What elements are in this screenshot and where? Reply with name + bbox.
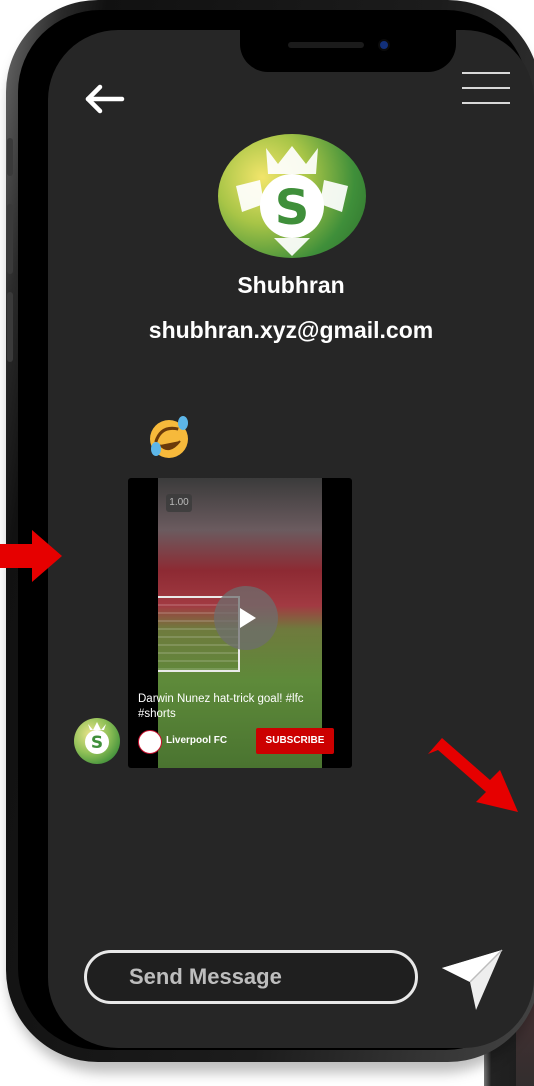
menu-line (462, 72, 510, 74)
message-input[interactable]: Send Message (84, 950, 418, 1004)
hamburger-menu-icon[interactable] (462, 72, 510, 112)
channel-name[interactable]: Liverpool FC (166, 735, 227, 746)
svg-text:S: S (91, 733, 103, 753)
video-caption: Darwin Nunez hat-trick goal! #lfc #short… (138, 693, 304, 720)
profile-email: shubhran.xyz@gmail.com (148, 317, 434, 343)
phone-volume-up (7, 204, 13, 274)
menu-line (462, 102, 510, 104)
menu-line (462, 87, 510, 89)
channel-logo-icon[interactable] (138, 730, 162, 754)
chat-screen: S Shubhran shubhran.xyz@gmail.com 1.00 D… (48, 30, 534, 1048)
sender-avatar[interactable]: S (74, 718, 120, 764)
subscribe-button[interactable]: SUBSCRIBE (256, 728, 334, 754)
play-icon[interactable] (214, 586, 278, 650)
profile-name: Shubhran (237, 272, 345, 298)
annotation-arrow-left (0, 530, 62, 582)
profile-avatar[interactable]: S (218, 134, 366, 258)
paper-plane-send-icon[interactable] (440, 948, 504, 1012)
phone-volume-down (7, 292, 13, 362)
speaker-grille (288, 42, 364, 48)
annotation-arrow-right (428, 738, 518, 812)
front-camera (380, 41, 388, 49)
phone-silent-switch (7, 138, 13, 176)
phone-bezel: S Shubhran shubhran.xyz@gmail.com 1.00 D… (18, 10, 534, 1050)
shield-s-logo-icon: S (236, 146, 348, 256)
sender-logo-icon: S (85, 722, 109, 754)
video-timer: 1.00 (166, 494, 192, 512)
rolling-laughing-emoji-icon[interactable] (146, 415, 192, 461)
back-arrow-icon[interactable] (82, 82, 126, 116)
svg-text:S: S (275, 180, 310, 236)
canvas: S Shubhran shubhran.xyz@gmail.com 1.00 D… (0, 0, 534, 1086)
phone-notch (240, 30, 456, 72)
shared-video-card[interactable]: 1.00 Darwin Nunez hat-trick goal! #lfc #… (128, 478, 352, 768)
